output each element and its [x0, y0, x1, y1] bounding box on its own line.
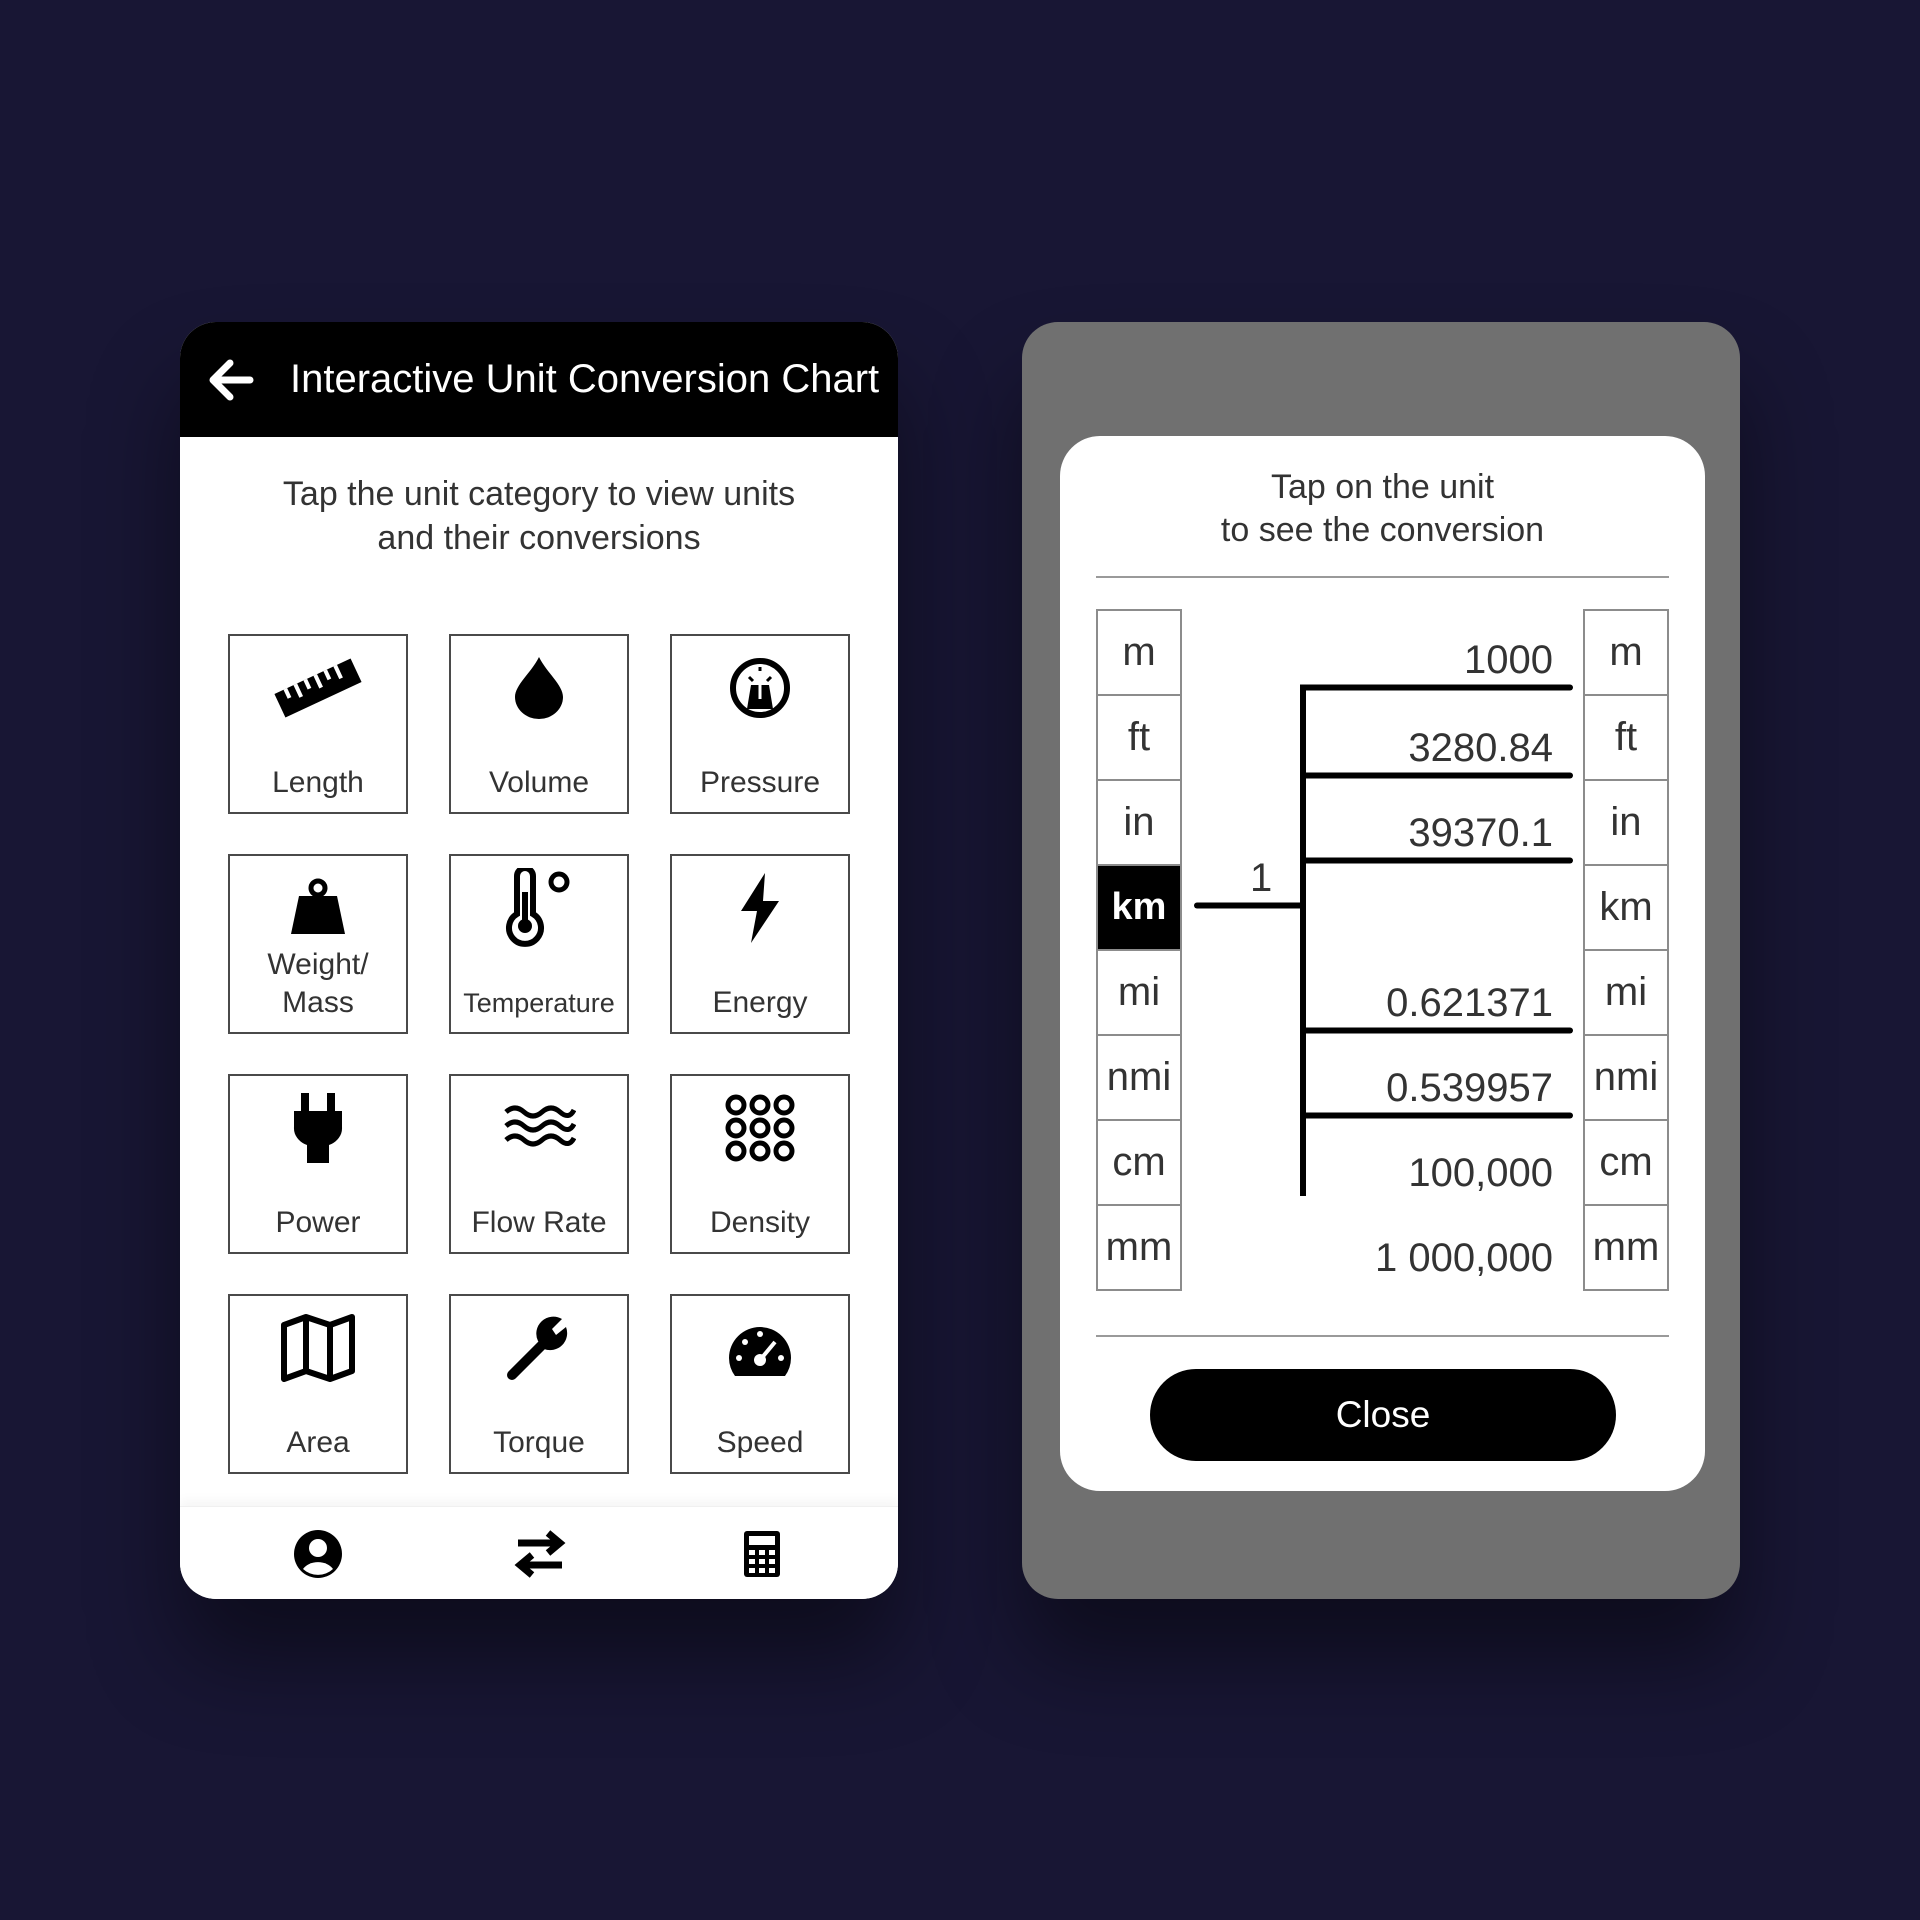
- category-torque[interactable]: Torque: [449, 1294, 629, 1474]
- unit-cell-ft[interactable]: ft: [1096, 694, 1182, 781]
- nav-account[interactable]: [291, 1527, 345, 1581]
- instruction-text: Tap the unit category to view units and …: [220, 472, 858, 560]
- category-volume[interactable]: Volume: [449, 634, 629, 814]
- category-label: Density: [709, 1206, 811, 1239]
- lightning-icon: [672, 868, 848, 948]
- drop-icon: [451, 648, 627, 728]
- gauge-icon: [672, 648, 848, 728]
- bottom-nav: [180, 1506, 898, 1599]
- swap-icon: [514, 1530, 566, 1578]
- category-label: Volume: [488, 766, 590, 799]
- unit-cell-in[interactable]: in: [1096, 779, 1182, 866]
- category-power[interactable]: Power: [228, 1074, 408, 1254]
- conversion-value-m: 1000: [1464, 637, 1553, 682]
- page-title: Interactive Unit Conversion Chart: [290, 357, 880, 401]
- divider: [1096, 1335, 1669, 1337]
- category-label: Speed: [716, 1426, 804, 1459]
- instruction-line-1: Tap the unit category to view units: [282, 475, 796, 513]
- conversion-screen: Tap on the unit to see the conversion mf…: [1022, 322, 1740, 1599]
- thermometer-icon: [451, 868, 627, 948]
- unit-cell-mi[interactable]: mi: [1096, 949, 1182, 1036]
- category-label-line-1: Weight/: [267, 948, 369, 981]
- category-label: Power: [275, 1206, 361, 1239]
- conversion-value-mi: 0.621371: [1386, 980, 1553, 1025]
- conversion-value-cm: 100,000: [1408, 1150, 1553, 1195]
- unit-cell-km[interactable]: km: [1583, 864, 1669, 951]
- calculator-icon: [744, 1531, 780, 1577]
- nav-calculator[interactable]: [735, 1527, 789, 1581]
- ruler-icon: [230, 648, 406, 728]
- target-unit-list: m ft in km mi nmi cm mm: [1583, 609, 1669, 1291]
- nav-convert[interactable]: [513, 1527, 567, 1581]
- conversion-modal: Tap on the unit to see the conversion mf…: [1060, 436, 1705, 1491]
- unit-cell-mm[interactable]: mm: [1583, 1204, 1669, 1291]
- account-icon: [294, 1530, 342, 1578]
- category-length[interactable]: Length: [228, 634, 408, 814]
- category-label-line-2: Mass: [282, 986, 354, 1019]
- category-label: Weight/ Mass: [230, 946, 406, 1022]
- conversion-value-in: 39370.1: [1408, 810, 1553, 855]
- category-energy[interactable]: Energy: [670, 854, 850, 1034]
- unit-cell-km[interactable]: km: [1096, 864, 1182, 951]
- category-weight-mass[interactable]: Weight/ Mass: [228, 854, 408, 1034]
- unit-cell-mm[interactable]: mm: [1096, 1204, 1182, 1291]
- category-speed[interactable]: Speed: [670, 1294, 850, 1474]
- modal-instruction-line-1: Tap on the unit: [1270, 468, 1495, 506]
- dots-grid-icon: [672, 1088, 848, 1168]
- unit-cell-nmi[interactable]: nmi: [1583, 1034, 1669, 1121]
- unit-cell-cm[interactable]: cm: [1096, 1119, 1182, 1206]
- waves-icon: [451, 1088, 627, 1168]
- category-label: Area: [286, 1426, 350, 1459]
- category-area[interactable]: Area: [228, 1294, 408, 1474]
- category-label: Flow Rate: [471, 1206, 607, 1239]
- category-label: Energy: [712, 986, 808, 1019]
- unit-cell-ft[interactable]: ft: [1583, 694, 1669, 781]
- unit-cell-in[interactable]: in: [1583, 779, 1669, 866]
- unit-cell-m[interactable]: m: [1583, 609, 1669, 696]
- category-flow-rate[interactable]: Flow Rate: [449, 1074, 629, 1254]
- speedometer-icon: [672, 1308, 848, 1388]
- app-header: Interactive Unit Conversion Chart: [180, 322, 898, 437]
- category-pressure[interactable]: Pressure: [670, 634, 850, 814]
- category-grid: Length Volume Pressure Weight/ Mass Temp…: [228, 634, 853, 1474]
- back-button[interactable]: [206, 355, 256, 405]
- modal-instruction: Tap on the unit to see the conversion: [1060, 466, 1705, 552]
- close-button[interactable]: Close: [1150, 1369, 1616, 1461]
- unit-cell-cm[interactable]: cm: [1583, 1119, 1669, 1206]
- arrow-left-icon: [209, 359, 254, 400]
- category-label: Length: [272, 766, 364, 799]
- unit-cell-nmi[interactable]: nmi: [1096, 1034, 1182, 1121]
- plug-icon: [230, 1088, 406, 1168]
- category-screen: Interactive Unit Conversion Chart Tap th…: [180, 322, 898, 1599]
- conversion-value-nmi: 0.539957: [1386, 1065, 1553, 1110]
- source-value: 1: [1250, 855, 1273, 900]
- conversion-value-mm: 1 000,000: [1375, 1235, 1553, 1280]
- category-label: Pressure: [699, 766, 821, 799]
- modal-instruction-line-2: to see the conversion: [1220, 511, 1545, 549]
- divider: [1096, 576, 1669, 578]
- source-unit-list: m ft in km mi nmi cm mm: [1096, 609, 1182, 1291]
- map-icon: [230, 1308, 406, 1388]
- conversion-value-ft: 3280.84: [1408, 725, 1553, 770]
- wrench-icon: [451, 1308, 627, 1388]
- weight-icon: [230, 868, 406, 948]
- unit-cell-mi[interactable]: mi: [1583, 949, 1669, 1036]
- category-label: Torque: [493, 1426, 585, 1459]
- category-label: Temperature: [463, 988, 615, 1018]
- instruction-line-2: and their conversions: [377, 519, 701, 557]
- category-density[interactable]: Density: [670, 1074, 850, 1254]
- unit-cell-m[interactable]: m: [1096, 609, 1182, 696]
- category-temperature[interactable]: Temperature: [449, 854, 629, 1034]
